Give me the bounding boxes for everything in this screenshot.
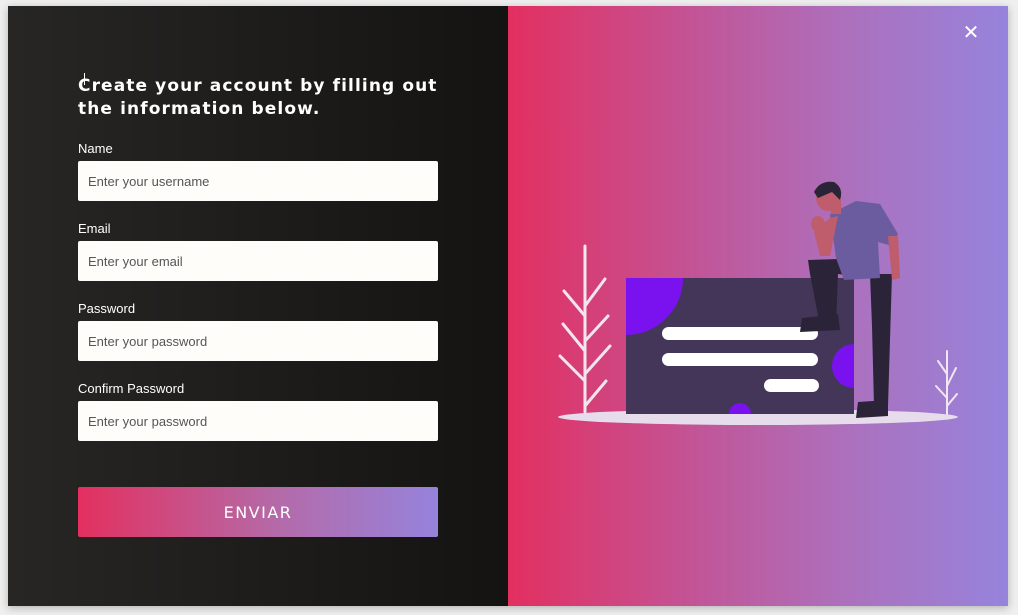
name-input[interactable]: [78, 161, 438, 201]
thinking-person-illustration: [558, 181, 958, 425]
right-plant-icon: [935, 350, 958, 415]
confirm-password-input[interactable]: [78, 401, 438, 441]
illustration-panel: ✕: [508, 6, 1008, 606]
password-label: Password: [78, 301, 136, 316]
form-panel: Create your account by filling out the i…: [8, 6, 508, 606]
email-input[interactable]: [78, 241, 438, 281]
name-label: Name: [78, 141, 113, 156]
text-cursor-icon: [84, 73, 85, 85]
submit-button[interactable]: ENVIAR: [78, 487, 438, 537]
email-label: Email: [78, 221, 111, 236]
signup-modal: Create your account by filling out the i…: [8, 6, 1008, 606]
left-plant-icon: [558, 244, 612, 414]
confirm-password-label: Confirm Password: [78, 381, 185, 396]
form-title: Create your account by filling out the i…: [78, 76, 438, 119]
password-input[interactable]: [78, 321, 438, 361]
